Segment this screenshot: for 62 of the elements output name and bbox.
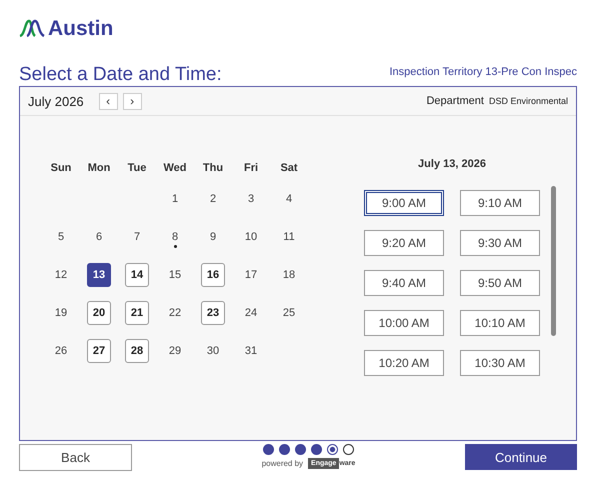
powered-by-label: powered by [262, 459, 304, 468]
time-slot-button[interactable]: 9:10 AM [460, 190, 540, 216]
continue-button[interactable]: Continue [465, 444, 577, 470]
calendar-day[interactable]: 14 [125, 263, 149, 287]
weekday-label: Fri [242, 161, 260, 176]
department-label: Department [426, 95, 484, 107]
calendar-day: 29 [163, 339, 187, 363]
calendar-day: 4 [277, 187, 301, 211]
next-month-button[interactable]: › [122, 92, 142, 110]
calendar-day: 24 [239, 301, 263, 325]
time-slot-button[interactable]: 10:30 AM [460, 350, 540, 376]
time-slot-button[interactable]: 10:10 AM [460, 310, 540, 336]
previous-month-button[interactable]: ‹ [98, 92, 118, 110]
calendar-day: 17 [239, 263, 263, 287]
calendar-day: 3 [239, 187, 263, 211]
weekday-label: Wed [162, 161, 188, 176]
calendar-day: 25 [277, 301, 301, 325]
calendar-day: 30 [201, 339, 225, 363]
time-slot-button[interactable]: 9:00 AM [364, 190, 444, 216]
calendar-day[interactable]: 13 [87, 263, 111, 287]
calendar-day: 12 [49, 263, 73, 287]
calendar-day[interactable]: 28 [125, 339, 149, 363]
time-slot-button[interactable]: 10:20 AM [364, 350, 444, 376]
calendar-day: 22 [163, 301, 187, 325]
calendar-day: 5 [49, 225, 73, 249]
time-slot-button[interactable]: 9:40 AM [364, 270, 444, 296]
calendar-day[interactable]: 16 [201, 263, 225, 287]
time-slot-button[interactable]: 9:30 AM [460, 230, 540, 256]
month-label: July 2026 [28, 94, 84, 108]
calendar-day: 7 [125, 225, 149, 249]
calendar-day: 11 [277, 225, 301, 249]
scrollbar-thumb[interactable] [551, 186, 556, 336]
department-value: DSD Environmental [488, 96, 568, 106]
weekday-label: Tue [126, 161, 148, 176]
time-slot-button[interactable]: 9:50 AM [460, 270, 540, 296]
selected-date: July 13, 2026 [417, 158, 487, 170]
calendar-day: 10 [239, 225, 263, 249]
page-title: Select a Date and Time: [19, 64, 222, 86]
calendar-day[interactable]: 23 [201, 301, 225, 325]
calendar-day: 2 [201, 187, 225, 211]
calendar-day: 9 [201, 225, 225, 249]
calendar-day[interactable]: 27 [87, 339, 111, 363]
weekday-label: Mon [86, 161, 112, 176]
calendar-day[interactable]: 20 [87, 301, 111, 325]
calendar-day: 15 [163, 263, 187, 287]
time-slot-button[interactable]: 9:20 AM [364, 230, 444, 256]
weekday-label: Thu [202, 161, 224, 176]
brand-name: Austin [48, 17, 114, 41]
calendar-day: 31 [239, 339, 263, 363]
calendar-day: 18 [277, 263, 301, 287]
time-slot-button[interactable]: 10:00 AM [364, 310, 444, 336]
calendar-day: 26 [49, 339, 73, 363]
calendar-day[interactable]: 21 [125, 301, 149, 325]
back-button[interactable]: Back [19, 444, 132, 471]
weekday-label: Sat [279, 161, 299, 176]
calendar-day: 19 [49, 301, 73, 325]
logo-icon [19, 19, 45, 39]
calendar-day: 6 [87, 225, 111, 249]
calendar-day: 1 [163, 187, 187, 211]
calendar-day: 8 [163, 225, 187, 249]
weekday-label: Sun [50, 161, 72, 176]
service-name: Inspection Territory 13-Pre Con Inspec [390, 66, 577, 78]
